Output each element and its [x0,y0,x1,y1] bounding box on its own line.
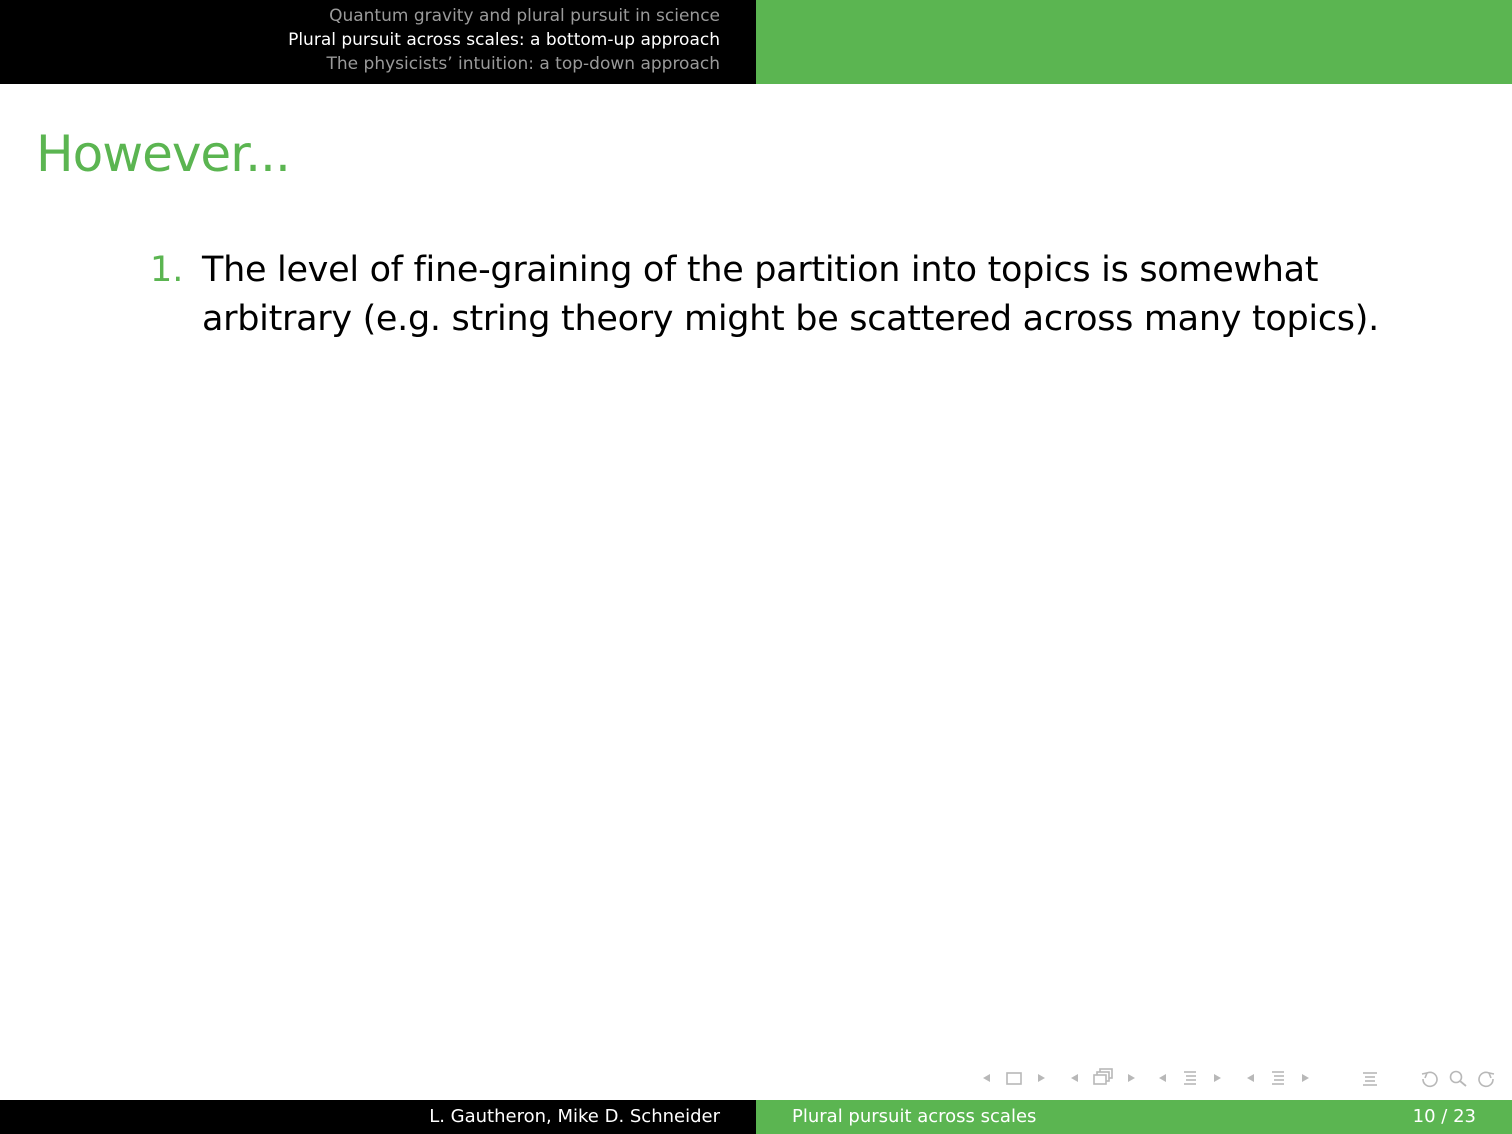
redo-icon[interactable] [1474,1066,1498,1090]
frame-title: However... [36,125,291,183]
item-number: 1. [150,250,184,290]
footer-author-panel: L. Gautheron, Mike D. Schneider [0,1100,756,1134]
next-frame-icon[interactable] [1126,1066,1138,1090]
item-text: The level of fine-graining of the partit… [202,250,1379,339]
footer-bar: L. Gautheron, Mike D. Schneider Plural p… [0,1100,1512,1134]
subsection-icon[interactable] [1180,1066,1200,1090]
section-icon[interactable] [1268,1066,1288,1090]
prev-frame-icon[interactable] [1068,1066,1080,1090]
slide-icon[interactable] [1004,1066,1024,1090]
header-bar: Quantum gravity and plural pursuit in sc… [0,0,1512,84]
section-navigation: Quantum gravity and plural pursuit in sc… [0,0,756,84]
prev-section-icon[interactable] [1244,1066,1256,1090]
beamer-navigation-bar [0,1066,1512,1090]
next-section-icon[interactable] [1300,1066,1312,1090]
prev-subsection-icon[interactable] [1156,1066,1168,1090]
next-slide-icon[interactable] [1036,1066,1048,1090]
footer-page-number: 10 / 23 [1412,1106,1476,1127]
prev-slide-icon[interactable] [980,1066,992,1090]
section-link-top-down[interactable]: The physicists’ intuition: a top-down ap… [327,52,720,76]
header-accent-panel [756,0,1512,84]
section-link-bottom-up[interactable]: Plural pursuit across scales: a bottom-u… [288,28,720,52]
search-icon[interactable] [1446,1066,1470,1090]
section-link-quantum-gravity[interactable]: Quantum gravity and plural pursuit in sc… [329,4,720,28]
footer-short-title: Plural pursuit across scales [792,1106,1037,1127]
next-subsection-icon[interactable] [1212,1066,1224,1090]
frame-icon[interactable] [1090,1066,1116,1090]
footer-authors: L. Gautheron, Mike D. Schneider [429,1106,720,1127]
align-icon[interactable] [1360,1066,1380,1090]
footer-title-panel: Plural pursuit across scales 10 / 23 [756,1100,1512,1134]
undo-icon[interactable] [1418,1066,1442,1090]
